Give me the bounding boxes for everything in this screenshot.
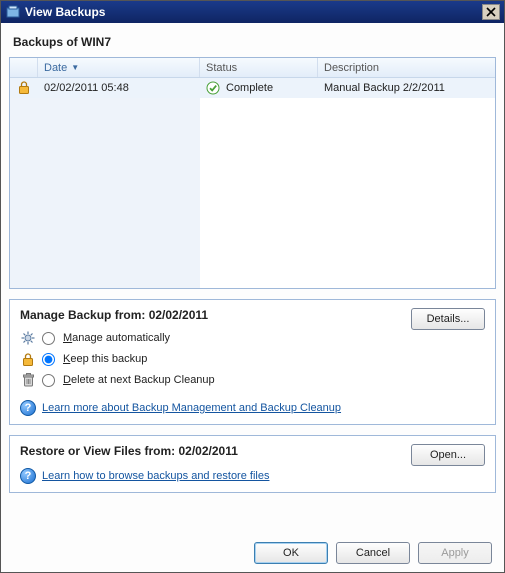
radio-delete[interactable] [42,374,55,387]
ok-button[interactable]: OK [254,542,328,564]
option-auto[interactable]: Manage automatically [20,328,485,348]
restore-learn-link[interactable]: Learn how to browse backups and restore … [42,470,269,482]
column-label-date: Date [44,62,67,74]
radio-keep[interactable] [42,353,55,366]
apply-button: Apply [418,542,492,564]
label-keep-rest: eep this backup [70,353,147,365]
option-keep[interactable]: Keep this backup [20,349,485,369]
label-keep: Keep this backup [63,353,147,365]
window-title: View Backups [25,5,482,19]
manage-panel: Manage Backup from: 02/02/2011 Details..… [9,299,496,425]
cancel-button[interactable]: Cancel [336,542,410,564]
cell-lock[interactable] [10,78,38,98]
cell-description[interactable]: Manual Backup 2/2/2011 [318,78,495,98]
app-icon [5,4,21,20]
column-label-description: Description [324,62,379,74]
restore-panel: Restore or View Files from: 02/02/2011 O… [9,435,496,493]
column-header-date[interactable]: Date ▼ [38,58,200,77]
label-delete: Delete at next Backup Cleanup [63,374,215,386]
label-auto-rest: anage automatically [72,332,170,344]
manage-learn-link[interactable]: Learn more about Backup Management and B… [42,402,341,414]
backups-grid: Date ▼ Status Description 02/02/2011 05:… [9,57,496,289]
close-button[interactable] [482,4,500,20]
help-icon: ? [20,400,36,416]
help-icon: ? [20,468,36,484]
open-button[interactable]: Open... [411,444,485,466]
dialog-buttons: OK Cancel Apply [9,528,496,564]
restore-help-row: ? Learn how to browse backups and restor… [20,468,485,484]
column-header-description[interactable]: Description [318,58,495,77]
grid-header: Date ▼ Status Description [10,58,495,78]
option-delete[interactable]: Delete at next Backup Cleanup [20,370,485,390]
gear-icon [20,331,36,345]
cell-status[interactable]: Complete [200,78,318,98]
status-text: Complete [226,82,273,94]
page-heading: Backups of WIN7 [9,31,496,57]
close-icon [486,7,496,17]
radio-auto[interactable] [42,332,55,345]
lock-icon [20,353,36,366]
lock-icon [18,81,30,94]
sort-desc-icon: ▼ [71,63,79,72]
details-button[interactable]: Details... [411,308,485,330]
cell-date[interactable]: 02/02/2011 05:48 [38,78,200,98]
column-label-status: Status [206,62,237,74]
label-auto: Manage automatically [63,332,170,344]
check-icon [206,81,220,95]
grid-body: 02/02/2011 05:48 Complete Manual Backup … [10,78,495,288]
manage-help-row: ? Learn more about Backup Management and… [20,400,485,416]
trash-icon [20,373,36,387]
titlebar: View Backups [1,1,504,23]
column-header-status[interactable]: Status [200,58,318,77]
label-delete-rest: elete at next Backup Cleanup [71,374,215,386]
column-header-lock[interactable] [10,58,38,77]
